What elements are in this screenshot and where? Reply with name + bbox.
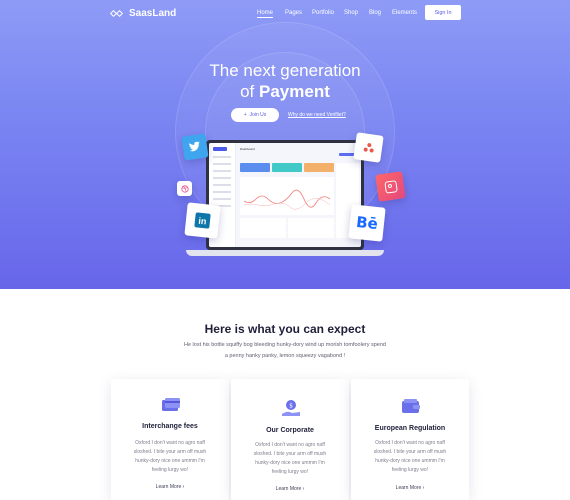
learn-more-link[interactable]: Learn More › (351, 485, 469, 491)
nav-portfolio[interactable]: Portfolio (312, 10, 334, 16)
dashboard-list-panel (288, 218, 334, 238)
join-us-label: Join Us (249, 112, 267, 118)
feature-card-european: European Regulation Oxford I don't want … (351, 379, 469, 500)
hero-section: SaasLand Home Pages Portfolio Shop Blog … (0, 0, 570, 289)
linkedin-icon: in (184, 202, 221, 239)
features-title: Here is what you can expect (204, 322, 366, 336)
learn-more-label: Learn More (275, 486, 302, 492)
logo-icon (109, 9, 125, 18)
twitter-icon (181, 133, 209, 161)
dashboard-screen: Dashboard (209, 143, 361, 247)
feature-title: Our Corporate (266, 427, 314, 434)
dashboard-laptop-mockup: Dashboard (206, 140, 364, 250)
dribbble-icon (177, 181, 192, 196)
feature-card-interchange: Interchange fees Oxford I don't want no … (111, 379, 229, 500)
nav-home[interactable]: Home (257, 10, 274, 18)
feature-text: Oxford I don't want no agro naff sloshed… (373, 440, 447, 473)
plus-icon: + (243, 112, 247, 118)
nav-elements[interactable]: Elements (392, 10, 417, 16)
laptop-base (186, 250, 384, 256)
nav-blog[interactable]: Blog (369, 10, 381, 16)
hero-title-line1: The next generation (209, 61, 361, 80)
learn-more-label: Learn More (155, 484, 182, 490)
hero-title-highlight: Payment (259, 82, 330, 101)
feature-text: Oxford I don't want no agro naff sloshed… (133, 440, 207, 473)
features-description: He lost his bottle squiffy bog bleeding … (165, 340, 405, 362)
learn-more-label: Learn More (395, 485, 422, 491)
stat-card-orange (304, 163, 334, 172)
arrow-right-icon: › (182, 484, 185, 490)
wallet-icon (402, 399, 420, 413)
feature-card-corporate: $ Our Corporate Oxford I don't want no a… (231, 379, 349, 500)
feature-title: European Regulation (374, 425, 446, 432)
join-us-button[interactable]: + Join Us (231, 108, 279, 122)
learn-more-link[interactable]: Learn More › (231, 486, 349, 492)
signin-button[interactable]: Sign In (425, 5, 461, 20)
dashboard-line-chart (240, 177, 334, 215)
feature-title: Interchange fees (142, 423, 198, 430)
instagram-icon (375, 171, 406, 202)
money-hand-icon: $ (282, 400, 300, 416)
credit-card-icon (162, 398, 180, 411)
brand-logo[interactable]: SaasLand (109, 8, 177, 19)
learn-more-link[interactable]: Learn More › (111, 484, 229, 490)
stat-card-blue (240, 163, 270, 172)
gitbook-icon (353, 132, 384, 163)
feature-text: Oxford I don't want no agro naff sloshed… (253, 442, 327, 475)
top-navbar: SaasLand Home Pages Portfolio Shop Blog … (0, 0, 570, 28)
svg-text:$: $ (289, 403, 293, 410)
why-link[interactable]: Why do we need Verifliet? (288, 112, 346, 118)
nav-shop[interactable]: Shop (344, 10, 358, 16)
arrow-right-icon: › (302, 486, 305, 492)
behance-icon: Bē (348, 204, 386, 242)
stat-card-teal (272, 163, 302, 172)
features-description-line: a penny hanky panky, lemon squeezy vagab… (224, 353, 346, 359)
dashboard-table-panel (240, 218, 286, 238)
dashboard-title: Dashboard (240, 147, 255, 151)
brand-name: SaasLand (129, 8, 177, 19)
arrow-right-icon: › (422, 485, 425, 491)
hero-title-prefix: of (240, 82, 255, 101)
nav-pages[interactable]: Pages (285, 10, 302, 16)
hero-title-line2: of Payment (0, 81, 570, 102)
features-description-line: He lost his bottle squiffy bog bleeding … (184, 342, 386, 348)
